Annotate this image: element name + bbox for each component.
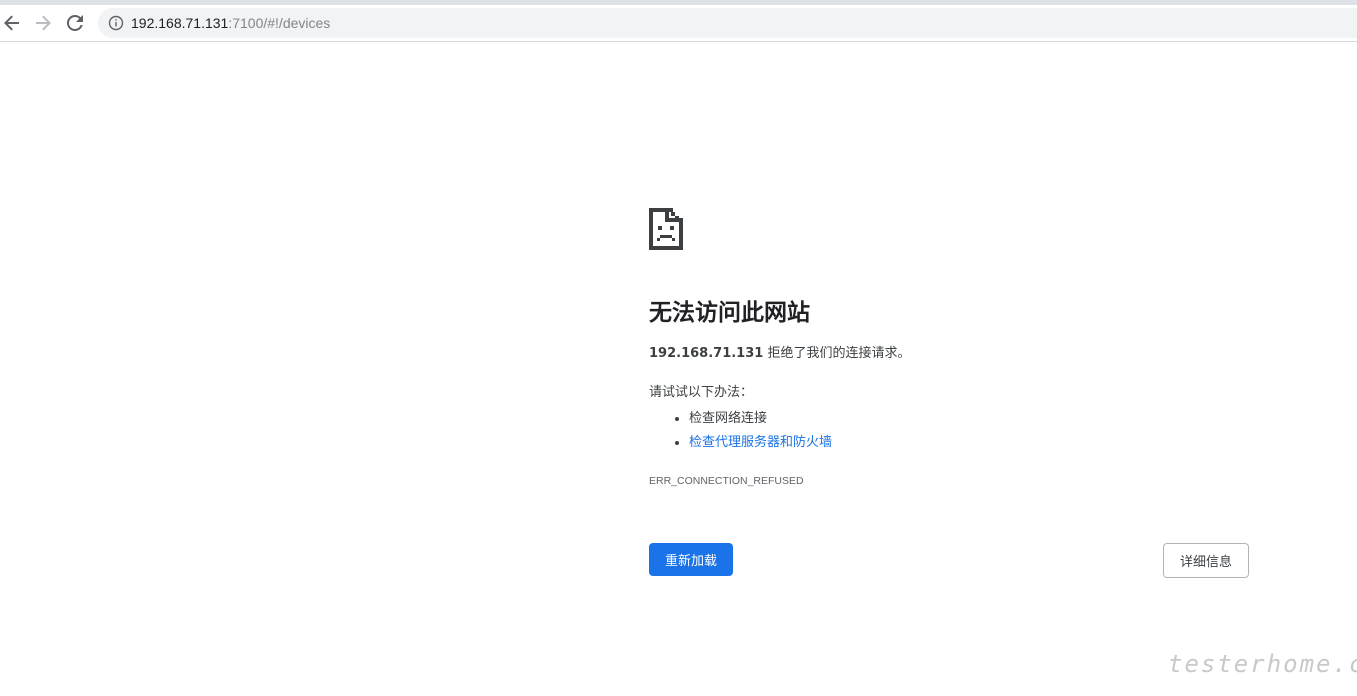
sad-document-icon — [649, 208, 683, 250]
suggestion-check-proxy-firewall[interactable]: 检查代理服务器和防火墙 — [649, 431, 832, 455]
url-host: 192.168.71.131 — [131, 15, 229, 31]
suggestion-link[interactable]: 检查代理服务器和防火墙 — [689, 435, 832, 450]
address-bar[interactable]: 192.168.71.131:7100/#!/devices — [98, 8, 1357, 38]
suggestions-list: 检查网络连接 检查代理服务器和防火墙 — [649, 407, 832, 455]
reload-page-button[interactable] — [61, 9, 89, 37]
suggestion-check-network: 检查网络连接 — [649, 407, 832, 431]
back-button[interactable] — [0, 9, 26, 37]
forward-button[interactable] — [29, 9, 57, 37]
error-message: 192.168.71.131 拒绝了我们的连接请求。 — [649, 344, 910, 364]
arrow-right-icon — [36, 15, 51, 31]
details-button[interactable]: 详细信息 — [1163, 543, 1249, 578]
suggestions-heading: 请试试以下办法： — [649, 385, 754, 400]
info-icon[interactable] — [108, 15, 124, 31]
page-title: 无法访问此网站 — [649, 300, 810, 326]
error-code: ERR_CONNECTION_REFUSED — [649, 475, 804, 487]
watermark: testerhome.com — [1168, 650, 1357, 678]
reload-icon — [67, 15, 83, 31]
url-path: :7100/#!/devices — [228, 15, 331, 31]
arrow-left-icon — [4, 15, 19, 31]
url-text[interactable]: 192.168.71.131:7100/#!/devices — [131, 14, 330, 32]
browser-toolbar: 192.168.71.131:7100/#!/devices — [0, 5, 1357, 42]
error-message-text: 拒绝了我们的连接请求。 — [763, 346, 911, 361]
error-host: 192.168.71.131 — [649, 346, 764, 361]
reload-button[interactable]: 重新加载 — [649, 543, 733, 576]
